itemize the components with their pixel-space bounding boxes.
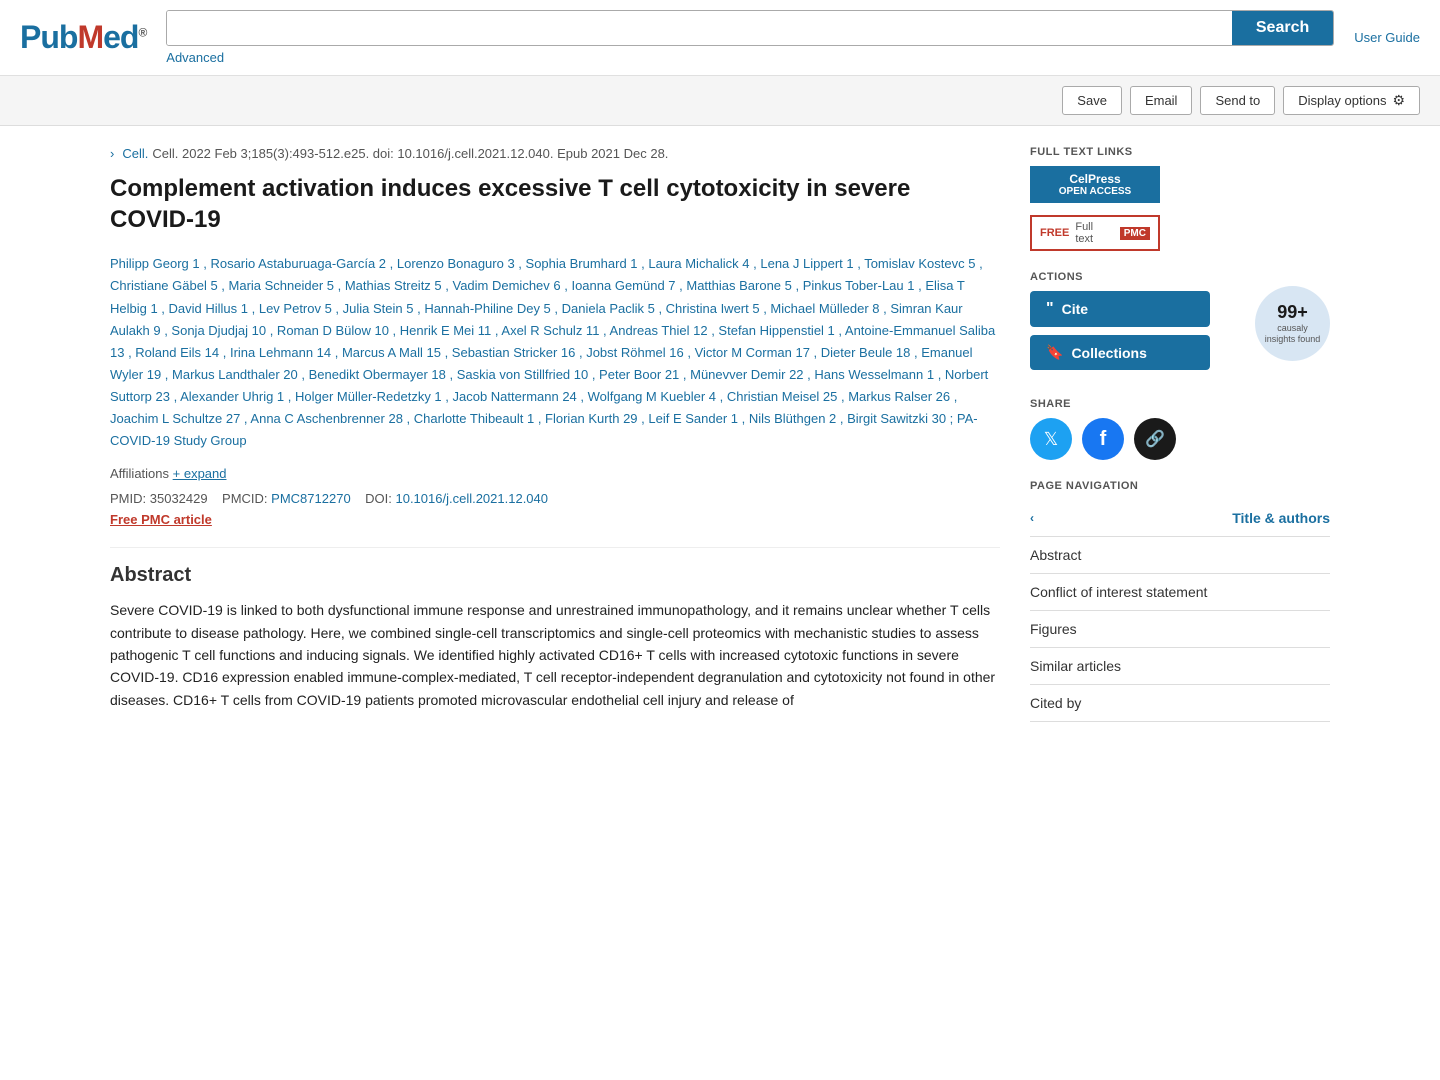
advanced-link[interactable]: Advanced	[166, 50, 224, 65]
citation-text: Cell. 2022 Feb 3;185(3):493-512.e25. doi…	[152, 146, 668, 161]
affiliations-line: Affiliations + expand	[110, 466, 1000, 481]
celpress-label: CelPress	[1069, 172, 1120, 186]
display-options-label: Display options	[1298, 93, 1386, 108]
affiliations-expand[interactable]: + expand	[173, 466, 227, 481]
actions-section: ACTIONS 99+ causalyinsights found " Cite…	[1030, 271, 1330, 378]
send-to-button[interactable]: Send to	[1200, 86, 1275, 115]
nav-similar-label: Similar articles	[1030, 658, 1121, 674]
display-options-button[interactable]: Display options ⚙	[1283, 86, 1420, 115]
pmc-logo: PMC	[1120, 227, 1150, 240]
user-guide-link[interactable]: User Guide	[1354, 30, 1420, 45]
email-button[interactable]: Email	[1130, 86, 1193, 115]
search-bar: Search	[166, 10, 1334, 46]
citation-arrow: ›	[110, 146, 114, 161]
save-button[interactable]: Save	[1062, 86, 1122, 115]
search-area: Search Advanced	[166, 10, 1334, 65]
abstract-title: Abstract	[110, 564, 1000, 587]
collections-button[interactable]: 🔖 Collections	[1030, 335, 1210, 370]
pmc-free-label: FREE	[1040, 227, 1069, 239]
logo-reg: ®	[138, 25, 146, 39]
article-content: › Cell. Cell. 2022 Feb 3;185(3):493-512.…	[110, 146, 1000, 722]
main-container: › Cell. Cell. 2022 Feb 3;185(3):493-512.…	[90, 126, 1350, 742]
collections-label: Collections	[1071, 345, 1146, 361]
logo-accent: M	[77, 19, 103, 55]
actions-label: ACTIONS	[1030, 271, 1330, 283]
nav-abstract-label: Abstract	[1030, 547, 1081, 563]
ids-line: PMID: 35032429 PMCID: PMC8712270 DOI: 10…	[110, 491, 1000, 506]
gear-icon: ⚙	[1392, 92, 1405, 109]
pmid-value: 35032429	[150, 491, 208, 506]
full-text-label: FULL TEXT LINKS	[1030, 146, 1330, 158]
nav-abstract[interactable]: Abstract	[1030, 537, 1330, 574]
pmc-badge[interactable]: FREE Full text PMC	[1030, 215, 1160, 251]
cite-icon: "	[1046, 300, 1054, 318]
nav-conflict[interactable]: Conflict of interest statement	[1030, 574, 1330, 611]
nav-cited-by[interactable]: Cited by	[1030, 685, 1330, 722]
nav-figures[interactable]: Figures	[1030, 611, 1330, 648]
search-input[interactable]	[167, 11, 1232, 45]
causaly-label: causalyinsights found	[1265, 323, 1321, 345]
abstract-text: Severe COVID-19 is linked to both dysfun…	[110, 599, 1000, 711]
pmcid-value[interactable]: PMC8712270	[271, 491, 351, 506]
cite-label: Cite	[1062, 301, 1088, 317]
citation-line: › Cell. Cell. 2022 Feb 3;185(3):493-512.…	[110, 146, 1000, 161]
journal-link[interactable]: Cell.	[122, 146, 148, 161]
share-label: SHARE	[1030, 398, 1330, 410]
nav-similar[interactable]: Similar articles	[1030, 648, 1330, 685]
page-nav-section: PAGE NAVIGATION ‹ Title & authors Abstra…	[1030, 480, 1330, 722]
share-icons: 𝕏 f 🔗	[1030, 418, 1330, 460]
copy-link-button[interactable]: 🔗	[1134, 418, 1176, 460]
logo[interactable]: PubMed®	[20, 19, 146, 56]
free-pmc-link[interactable]: Free PMC article	[110, 512, 1000, 527]
affiliations-text: Affiliations	[110, 466, 169, 481]
nav-arrow-left: ‹	[1030, 511, 1034, 525]
nav-conflict-label: Conflict of interest statement	[1030, 584, 1207, 600]
celpress-badge[interactable]: CelPress OPEN ACCESS	[1030, 166, 1160, 203]
causaly-count: 99+	[1277, 302, 1308, 323]
article-title: Complement activation induces excessive …	[110, 173, 1000, 235]
nav-cited-by-label: Cited by	[1030, 695, 1081, 711]
pmid-label: PMID:	[110, 491, 146, 506]
logo-area: PubMed®	[20, 19, 146, 56]
site-header: PubMed® Search Advanced User Guide	[0, 0, 1440, 76]
toolbar: Save Email Send to Display options ⚙	[0, 76, 1440, 126]
full-text-section: FULL TEXT LINKS CelPress OPEN ACCESS FRE…	[1030, 146, 1330, 251]
abstract-section: Abstract Severe COVID-19 is linked to bo…	[110, 547, 1000, 711]
doi-label: DOI:	[365, 491, 392, 506]
bookmark-icon: 🔖	[1046, 344, 1063, 361]
page-nav-label: PAGE NAVIGATION	[1030, 480, 1330, 492]
doi-value[interactable]: 10.1016/j.cell.2021.12.040	[395, 491, 548, 506]
celpress-sub: OPEN ACCESS	[1040, 186, 1150, 197]
causaly-badge[interactable]: 99+ causalyinsights found	[1255, 286, 1330, 361]
logo-text: PubMed®	[20, 19, 146, 56]
sidebar: FULL TEXT LINKS CelPress OPEN ACCESS FRE…	[1030, 146, 1330, 722]
search-button[interactable]: Search	[1232, 11, 1333, 45]
search-links: Advanced	[166, 50, 1334, 65]
nav-title-authors[interactable]: ‹ Title & authors	[1030, 500, 1330, 537]
facebook-share-button[interactable]: f	[1082, 418, 1124, 460]
authors: Philipp Georg 1 , Rosario Astaburuaga-Ga…	[110, 253, 1000, 452]
nav-figures-label: Figures	[1030, 621, 1077, 637]
pmc-full-text: Full text	[1075, 221, 1113, 245]
nav-title-authors-label: Title & authors	[1232, 510, 1330, 526]
cite-button[interactable]: " Cite	[1030, 291, 1210, 327]
twitter-share-button[interactable]: 𝕏	[1030, 418, 1072, 460]
share-section: SHARE 𝕏 f 🔗	[1030, 398, 1330, 460]
pmcid-label: PMCID:	[222, 491, 268, 506]
